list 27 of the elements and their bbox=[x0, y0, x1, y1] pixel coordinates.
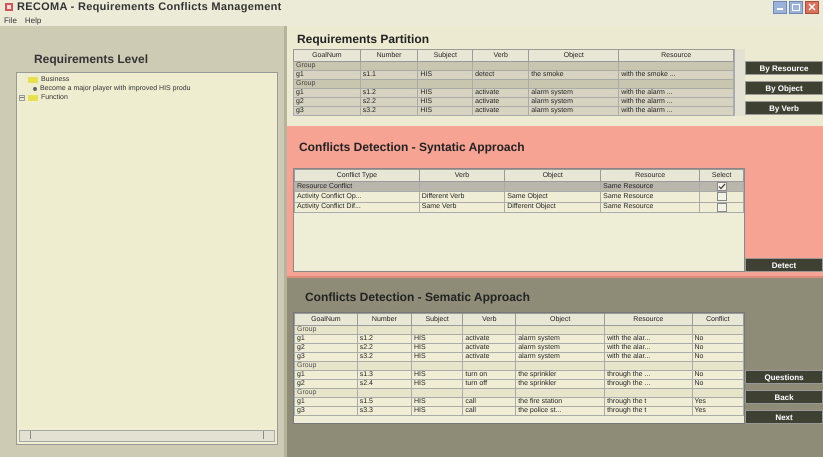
nav-button[interactable]: Next bbox=[745, 410, 823, 424]
maximize-button[interactable] bbox=[789, 0, 803, 14]
folder-icon bbox=[28, 76, 38, 82]
nav-button[interactable]: Questions bbox=[745, 370, 823, 384]
close-button[interactable] bbox=[805, 0, 819, 14]
nav-button[interactable]: Back bbox=[745, 390, 823, 404]
section-title: Requirements Partition bbox=[296, 31, 430, 48]
menu-item[interactable]: Help bbox=[24, 16, 42, 24]
section-title: Conflicts Detection - Syntatic Approach bbox=[298, 139, 526, 156]
sort-button[interactable]: By Verb bbox=[745, 101, 823, 115]
bullet-icon bbox=[33, 86, 37, 90]
menu-item[interactable]: File bbox=[4, 16, 17, 24]
sort-button[interactable]: By Resource bbox=[745, 61, 823, 75]
detect-button[interactable]: Detect bbox=[745, 258, 823, 272]
vertical-scrollbar[interactable] bbox=[734, 49, 745, 116]
expand-toggle[interactable] bbox=[19, 94, 25, 100]
section-title: Conflicts Detection - Sematic Approach bbox=[304, 289, 531, 306]
checkbox[interactable] bbox=[716, 192, 727, 202]
window-title: RECOMA - Requirements Conflicts Management bbox=[17, 1, 282, 13]
sort-button[interactable]: By Object bbox=[745, 81, 823, 95]
close-icon[interactable] bbox=[808, 3, 816, 11]
minimize-button[interactable] bbox=[773, 0, 787, 14]
checkbox[interactable] bbox=[716, 182, 727, 191]
horizontal-scrollbar[interactable] bbox=[19, 430, 275, 442]
panel-title: Requirements Level bbox=[33, 51, 150, 68]
folder-icon bbox=[28, 94, 38, 100]
app-icon bbox=[4, 2, 14, 12]
